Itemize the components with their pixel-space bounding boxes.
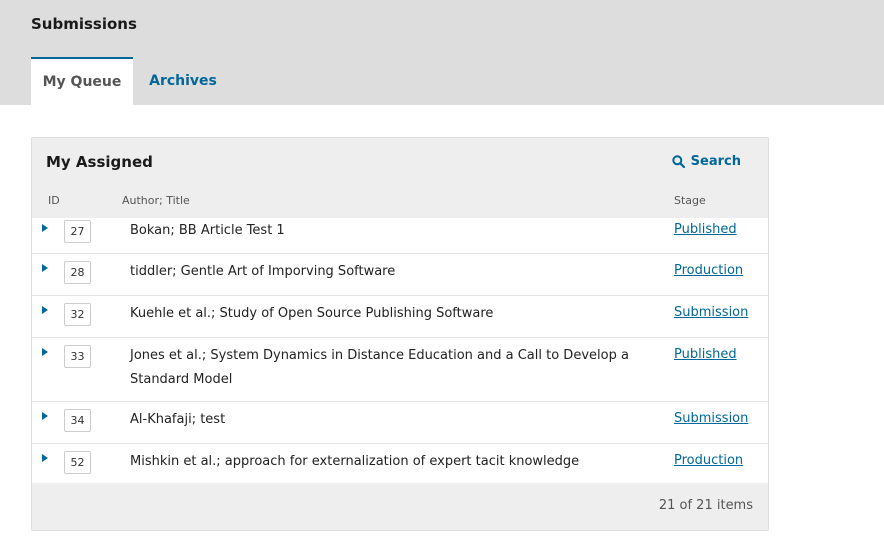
stage-link[interactable]: Production <box>674 263 743 278</box>
panel-title: My Assigned <box>46 153 153 171</box>
submission-id: 28 <box>64 261 91 284</box>
table-row: 32 Kuehle et al.; Study of Open Source P… <box>32 296 768 338</box>
tab-my-queue[interactable]: My Queue <box>31 57 133 105</box>
expand-arrow-icon[interactable] <box>42 224 48 232</box>
stage-link[interactable]: Submission <box>674 411 748 426</box>
stage-link[interactable]: Published <box>674 222 737 237</box>
submission-title: Bokan; BB Article Test 1 <box>130 223 285 238</box>
expand-arrow-icon[interactable] <box>42 264 48 272</box>
submission-title: Kuehle et al.; Study of Open Source Publ… <box>130 306 494 321</box>
submission-id: 33 <box>64 345 91 368</box>
expand-arrow-icon[interactable] <box>42 348 48 356</box>
panel-footer: 21 of 21 items <box>32 483 768 530</box>
table-row: 34 Al-Khafaji; test Submission <box>32 402 768 444</box>
top-header: Submissions My Queue Archives <box>0 0 884 105</box>
search-button[interactable]: Search <box>671 154 741 169</box>
submission-title: Mishkin et al.; approach for externaliza… <box>130 454 580 469</box>
submission-id: 27 <box>64 220 91 243</box>
submission-list: 27 Bokan; BB Article Test 1 Published 28… <box>32 218 768 486</box>
expand-arrow-icon[interactable] <box>42 306 48 314</box>
expand-arrow-icon[interactable] <box>42 412 48 420</box>
table-row: 28 tiddler; Gentle Art of Imporving Soft… <box>32 254 768 296</box>
table-row: 33 Jones et al.; System Dynamics in Dist… <box>32 338 768 402</box>
submission-title: Jones et al.; System Dynamics in Distanc… <box>130 348 629 387</box>
submission-title: Al-Khafaji; test <box>130 412 226 427</box>
stage-link[interactable]: Published <box>674 347 737 362</box>
column-header-id: ID <box>48 194 60 207</box>
search-icon <box>671 155 685 168</box>
item-count: 21 of 21 items <box>658 498 753 513</box>
table-row: 52 Mishkin et al.; approach for external… <box>32 444 768 486</box>
column-header-title: Author; Title <box>122 194 190 207</box>
stage-link[interactable]: Submission <box>674 305 748 320</box>
expand-arrow-icon[interactable] <box>42 454 48 462</box>
submission-id: 32 <box>64 303 91 326</box>
search-label: Search <box>690 154 741 169</box>
page-title: Submissions <box>31 15 137 33</box>
panel-header: My Assigned Search ID Author; Title Stag… <box>32 138 768 218</box>
submissions-panel: My Assigned Search ID Author; Title Stag… <box>31 137 769 531</box>
tab-archives[interactable]: Archives <box>138 57 228 105</box>
table-row: 27 Bokan; BB Article Test 1 Published <box>32 218 768 254</box>
column-header-stage: Stage <box>674 194 706 207</box>
submission-title: tiddler; Gentle Art of Imporving Softwar… <box>130 264 396 279</box>
submission-id: 52 <box>64 451 91 474</box>
submission-id: 34 <box>64 409 91 432</box>
stage-link[interactable]: Production <box>674 453 743 468</box>
